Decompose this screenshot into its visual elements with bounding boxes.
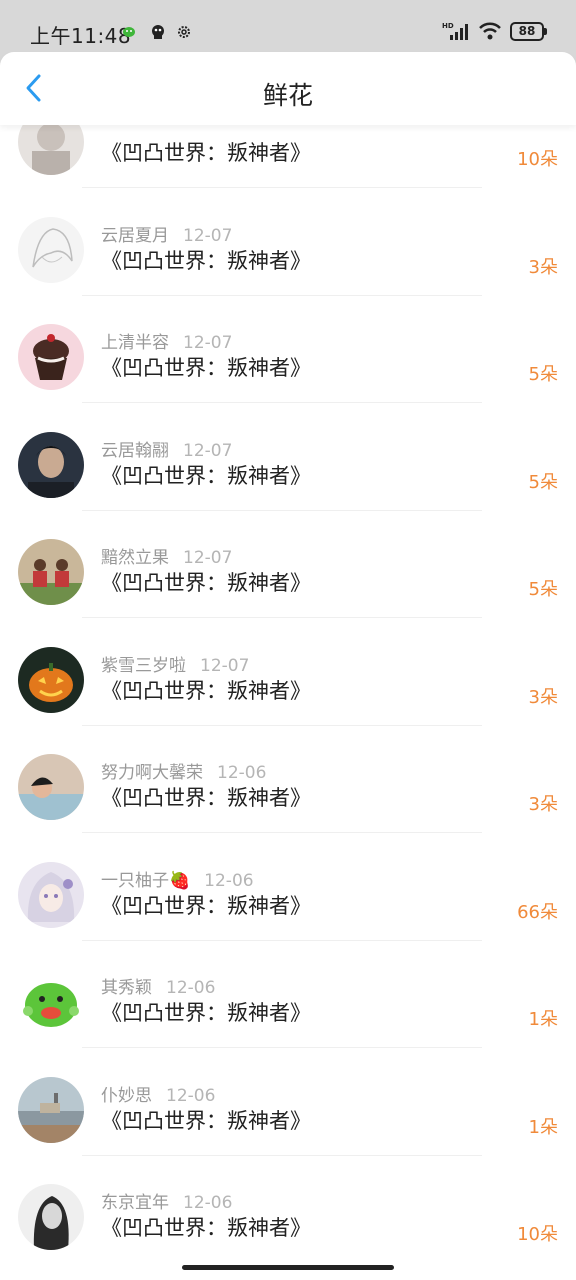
flower-count: 3朵 bbox=[528, 794, 558, 815]
gift-date: 12-07 bbox=[183, 440, 233, 461]
list-item[interactable]: 其秀颖 12-06 《凹凸世界：叛神者》 1朵 bbox=[0, 963, 576, 1070]
book-title[interactable]: 《凹凸世界：叛神者》 bbox=[101, 137, 311, 167]
flower-count: 10朵 bbox=[517, 1224, 558, 1245]
user-name-emoji: 🍓 bbox=[169, 870, 191, 891]
user-name[interactable]: 紫雪三岁啦 12-07 bbox=[101, 651, 249, 676]
flower-list[interactable]: 《凹凸世界：叛神者》 10朵 云居夏月 12-07 《凹凸世界：叛神者》 3朵 上清半容 12… bbox=[0, 125, 576, 1260]
divider bbox=[82, 294, 482, 296]
status-time: 上午11:48 bbox=[30, 24, 132, 48]
home-indicator[interactable] bbox=[182, 1265, 394, 1270]
book-title[interactable]: 《凹凸世界：叛神者》 bbox=[101, 782, 311, 812]
gift-date: 12-07 bbox=[183, 333, 233, 353]
user-name-text: 黯然立果 bbox=[101, 548, 169, 568]
user-name-text: 东京宜年 bbox=[101, 1193, 169, 1213]
book-title[interactable]: 《凹凸世界：叛神者》 bbox=[101, 460, 311, 490]
flower-count: 5朵 bbox=[528, 579, 558, 600]
gift-date: 12-06 bbox=[183, 1193, 233, 1213]
battery-indicator: 88 bbox=[510, 21, 547, 41]
avatar[interactable] bbox=[18, 861, 84, 928]
list-item[interactable]: 云居翰翮 12-07 《凹凸世界：叛神者》 5朵 bbox=[0, 426, 576, 533]
gift-date: 12-06 bbox=[166, 978, 216, 998]
status-right-group: HD 88 bbox=[442, 21, 547, 41]
gift-date: 12-06 bbox=[204, 870, 254, 891]
user-name-text: 仆妙思 bbox=[101, 1085, 152, 1106]
book-title[interactable]: 《凹凸世界：叛神者》 bbox=[101, 997, 311, 1027]
user-name[interactable]: 上清半容 12-07 bbox=[101, 328, 232, 353]
divider bbox=[82, 402, 482, 403]
list-item[interactable]: 努力啊大馨荣 12-06 《凹凸世界：叛神者》 3朵 bbox=[0, 748, 576, 855]
gift-date: 12-07 bbox=[183, 225, 233, 246]
list-item[interactable]: 仆妙思 12-06 《凹凸世界：叛神者》 1朵 bbox=[0, 1071, 576, 1178]
divider bbox=[82, 832, 482, 833]
book-title[interactable]: 《凹凸世界：叛神者》 bbox=[101, 1105, 311, 1135]
flower-count: 5朵 bbox=[528, 364, 558, 385]
avatar[interactable] bbox=[18, 539, 84, 605]
page-title: 鲜花 bbox=[262, 81, 313, 110]
divider bbox=[82, 724, 482, 726]
user-name[interactable]: 云居夏月 12-07 bbox=[101, 221, 232, 246]
user-name[interactable]: 努力啊大馨荣 12-06 bbox=[101, 758, 266, 783]
page-header: 鲜花 bbox=[0, 52, 576, 125]
list-item[interactable]: 东京宜年 12-06 《凹凸世界：叛神者》 10朵 bbox=[0, 1178, 576, 1260]
flower-count: 1朵 bbox=[528, 1116, 558, 1138]
settings-gear-icon bbox=[178, 26, 190, 38]
book-title[interactable]: 《凹凸世界：叛神者》 bbox=[101, 1212, 311, 1242]
list-item[interactable]: 黯然立果 12-07 《凹凸世界：叛神者》 5朵 bbox=[0, 533, 576, 640]
book-title[interactable]: 《凹凸世界：叛神者》 bbox=[101, 245, 311, 275]
battery-level: 88 bbox=[518, 23, 536, 38]
flower-count: 3朵 bbox=[528, 686, 558, 708]
gift-date: 12-07 bbox=[200, 655, 250, 676]
flower-count: 66朵 bbox=[517, 901, 558, 923]
list-item[interactable]: 云居夏月 12-07 《凹凸世界：叛神者》 3朵 bbox=[0, 211, 576, 318]
signal-icon: HD bbox=[442, 22, 468, 40]
book-title[interactable]: 《凹凸世界：叛神者》 bbox=[101, 567, 311, 597]
divider bbox=[82, 939, 482, 941]
user-name-text: 上清半容 bbox=[101, 333, 169, 353]
list-item[interactable]: 紫雪三岁啦 12-07 《凹凸世界：叛神者》 3朵 bbox=[0, 641, 576, 748]
gift-date: 12-07 bbox=[183, 548, 233, 568]
avatar[interactable] bbox=[18, 754, 84, 820]
list-item[interactable]: 一只柚子🍓 12-06 《凹凸世界：叛神者》 66朵 bbox=[0, 856, 576, 963]
flower-count: 3朵 bbox=[528, 256, 558, 278]
avatar[interactable] bbox=[18, 324, 84, 390]
divider bbox=[82, 509, 482, 511]
flower-count: 5朵 bbox=[528, 471, 558, 493]
flower-count: 10朵 bbox=[517, 149, 558, 170]
list-item[interactable]: 上清半容 12-07 《凹凸世界：叛神者》 5朵 bbox=[0, 318, 576, 425]
gift-date: 12-06 bbox=[217, 763, 267, 783]
user-name-text: 云居夏月 bbox=[101, 225, 169, 246]
user-name[interactable]: 云居翰翮 12-07 bbox=[101, 436, 232, 461]
user-name[interactable]: 黯然立果 12-07 bbox=[101, 543, 232, 568]
avatar[interactable] bbox=[18, 1076, 84, 1143]
user-name-text: 其秀颖 bbox=[101, 978, 152, 998]
divider bbox=[82, 1154, 482, 1156]
avatar[interactable] bbox=[18, 1184, 84, 1250]
avatar[interactable] bbox=[18, 216, 84, 283]
avatar[interactable] bbox=[18, 969, 84, 1035]
divider bbox=[82, 1047, 482, 1048]
user-name[interactable]: 东京宜年 12-06 bbox=[101, 1188, 232, 1213]
user-name-text: 努力啊大馨荣 bbox=[101, 763, 203, 783]
book-title[interactable]: 《凹凸世界：叛神者》 bbox=[101, 352, 311, 382]
divider bbox=[82, 617, 482, 618]
avatar[interactable] bbox=[18, 125, 84, 175]
list-item[interactable]: 《凹凸世界：叛神者》 10朵 bbox=[0, 125, 576, 210]
wechat-icon bbox=[123, 27, 135, 37]
app-notification-icon bbox=[152, 25, 164, 39]
user-name[interactable]: 其秀颖 12-06 bbox=[101, 973, 215, 998]
user-name-text: 紫雪三岁啦 bbox=[101, 655, 186, 676]
divider bbox=[82, 187, 482, 188]
gift-date: 12-06 bbox=[166, 1085, 216, 1106]
user-name-text: 一只柚子 bbox=[101, 870, 169, 891]
user-name[interactable]: 仆妙思 12-06 bbox=[101, 1081, 215, 1106]
avatar[interactable] bbox=[18, 431, 84, 498]
book-title[interactable]: 《凹凸世界：叛神者》 bbox=[101, 675, 311, 705]
book-title[interactable]: 《凹凸世界：叛神者》 bbox=[101, 890, 311, 920]
user-name[interactable]: 一只柚子🍓 12-06 bbox=[101, 866, 254, 891]
user-name-text: 云居翰翮 bbox=[101, 440, 169, 461]
avatar[interactable] bbox=[18, 646, 84, 713]
flower-count: 1朵 bbox=[528, 1009, 558, 1030]
network-hd-label: HD bbox=[442, 22, 454, 30]
wifi-icon bbox=[479, 22, 501, 40]
